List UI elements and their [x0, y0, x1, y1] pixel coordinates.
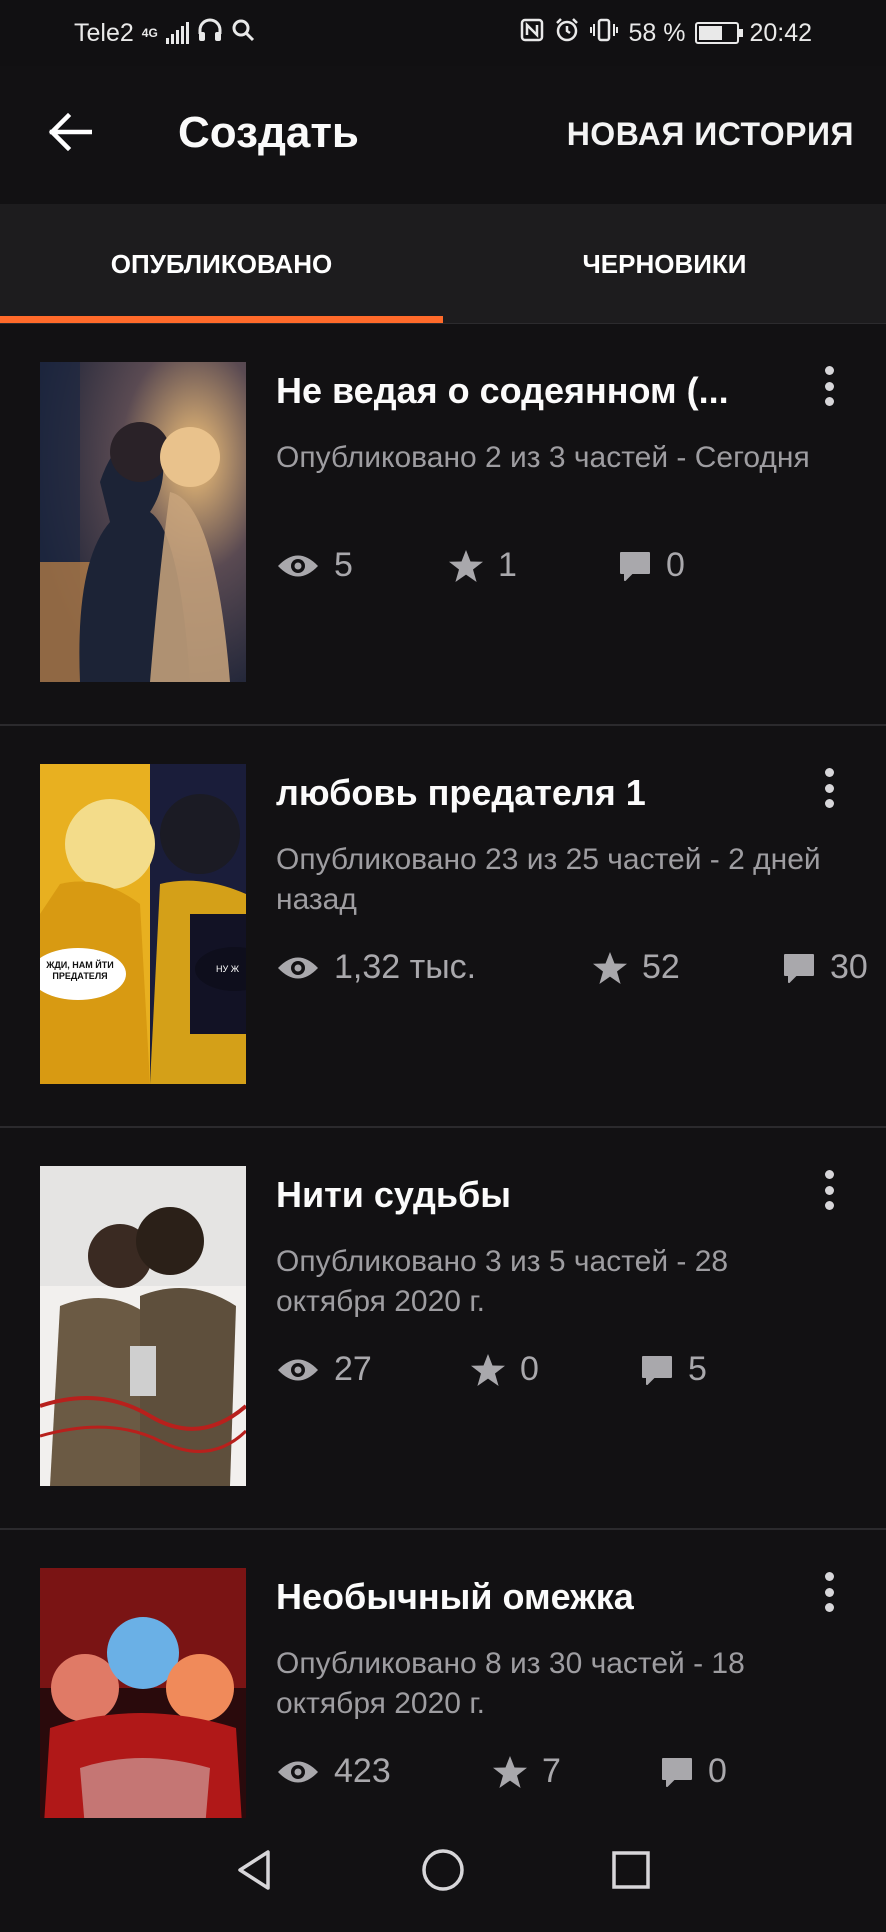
- story-cover[interactable]: [40, 362, 246, 682]
- comments-count: 5: [688, 1350, 707, 1388]
- story-title: Нити судьбы: [276, 1174, 512, 1215]
- carrier-name: Tele2: [74, 18, 134, 47]
- story-title: любовь предателя 1: [276, 772, 646, 813]
- comments-stat: 5: [640, 1350, 707, 1389]
- home-circle-icon: [422, 1849, 464, 1891]
- votes-stat: 0: [470, 1350, 539, 1389]
- battery-percent: 58 %: [628, 18, 686, 47]
- more-options-button[interactable]: [814, 766, 844, 810]
- story-stats: 1,32 тыс. 52 30: [276, 948, 886, 988]
- story-title: Необычный омежка: [276, 1576, 634, 1617]
- story-meta: Опубликовано 8 из 30 частей - 18 октября…: [276, 1647, 745, 1720]
- system-nav-bar: [0, 1818, 886, 1920]
- comment-icon: [784, 953, 814, 983]
- tab-bar: ОПУБЛИКОВАНО ЧЕРНОВИКИ: [0, 204, 886, 324]
- story-meta: Опубликовано 23 из 25 частей - 2 дней на…: [276, 843, 821, 916]
- story-cover[interactable]: ЖДИ, НАМ ЙТИ ПРЕДАТЕЛЯ НУ Ж: [40, 764, 246, 1084]
- votes-count: 7: [542, 1752, 561, 1790]
- alarm-icon: [554, 17, 580, 50]
- cover-caption-left: ЖДИ, НАМ ЙТИ ПРЕДАТЕЛЯ: [46, 960, 114, 981]
- views-count: 423: [334, 1752, 391, 1790]
- votes-count: 52: [642, 948, 680, 986]
- eye-icon: [278, 1359, 318, 1380]
- status-time: 20:42: [749, 18, 812, 47]
- vibrate-icon: [590, 18, 619, 49]
- comment-icon: [642, 1355, 672, 1385]
- story-item[interactable]: Не ведая о содеянном (... Опубликовано 2…: [0, 324, 886, 726]
- headphones-icon: [197, 18, 223, 49]
- votes-stat: 52: [592, 948, 680, 987]
- comment-icon: [620, 551, 650, 581]
- star-icon: [449, 549, 483, 582]
- votes-count: 0: [520, 1350, 539, 1388]
- comments-count: 0: [708, 1752, 727, 1790]
- votes-stat: 7: [492, 1752, 561, 1791]
- nav-recents-button[interactable]: [603, 1842, 659, 1898]
- more-options-button[interactable]: [814, 1570, 844, 1614]
- views-stat: 423: [276, 1752, 391, 1791]
- signal-icon: [165, 22, 189, 44]
- story-item[interactable]: Нити судьбы Опубликовано 3 из 5 частей -…: [0, 1128, 886, 1530]
- more-options-button[interactable]: [814, 1168, 844, 1212]
- search-icon: [231, 18, 255, 49]
- back-triangle-icon: [238, 1850, 270, 1890]
- comments-stat: 30: [782, 948, 868, 987]
- nav-home-button[interactable]: [415, 1842, 471, 1898]
- recents-square-icon: [612, 1851, 650, 1889]
- story-stats: 5 1 0: [276, 546, 886, 586]
- status-bar: Tele2 4G 58 % 20:42: [0, 0, 886, 66]
- views-stat: 5: [276, 546, 353, 585]
- nav-back-button[interactable]: [226, 1842, 282, 1898]
- back-button[interactable]: [44, 106, 96, 158]
- comment-icon: [662, 1757, 692, 1787]
- star-icon: [493, 1755, 527, 1788]
- eye-icon: [278, 1761, 318, 1782]
- views-stat: 1,32 тыс.: [276, 948, 476, 987]
- views-count: 5: [334, 546, 353, 584]
- views-count: 27: [334, 1350, 372, 1388]
- page-title: Создать: [178, 108, 359, 157]
- comments-count: 30: [830, 948, 868, 986]
- votes-stat: 1: [448, 546, 517, 585]
- arrow-left-icon: [48, 112, 92, 152]
- comments-count: 0: [666, 546, 685, 584]
- story-item[interactable]: ЖДИ, НАМ ЙТИ ПРЕДАТЕЛЯ НУ Ж любовь преда…: [0, 726, 886, 1128]
- new-story-button[interactable]: НОВАЯ ИСТОРИЯ: [567, 116, 854, 153]
- story-cover[interactable]: [40, 1166, 246, 1486]
- story-title: Не ведая о содеянном (...: [276, 370, 729, 411]
- story-meta: Опубликовано 3 из 5 частей - 28 октября …: [276, 1245, 729, 1318]
- network-type: 4G: [141, 26, 158, 40]
- story-stats: 27 0 5: [276, 1350, 886, 1390]
- app-bar: Создать НОВАЯ ИСТОРИЯ: [0, 66, 886, 204]
- story-stats: 423 7 0: [276, 1752, 886, 1792]
- tab-drafts[interactable]: ЧЕРНОВИКИ: [443, 204, 886, 324]
- story-meta: Опубликовано 2 из 3 частей - Сегодня: [276, 441, 810, 474]
- nfc-icon: [520, 18, 544, 49]
- eye-icon: [278, 957, 318, 978]
- eye-icon: [278, 555, 318, 576]
- views-stat: 27: [276, 1350, 372, 1389]
- tab-published[interactable]: ОПУБЛИКОВАНО: [0, 204, 443, 324]
- more-options-button[interactable]: [814, 364, 844, 408]
- cover-caption-right: НУ Ж: [216, 964, 240, 974]
- views-count: 1,32 тыс.: [334, 948, 477, 986]
- star-icon: [471, 1353, 505, 1386]
- comments-stat: 0: [618, 546, 685, 585]
- votes-count: 1: [498, 546, 517, 584]
- comments-stat: 0: [660, 1752, 727, 1791]
- star-icon: [593, 951, 627, 984]
- story-list: Не ведая о содеянном (... Опубликовано 2…: [0, 324, 886, 1932]
- battery-icon: [695, 22, 744, 44]
